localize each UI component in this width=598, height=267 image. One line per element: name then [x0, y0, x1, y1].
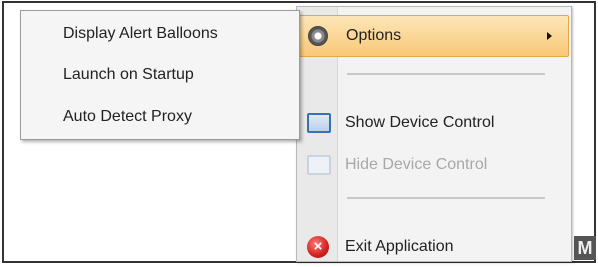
corner-badge: M — [574, 236, 596, 260]
tray-context-menu: Options Show Device Control Hide Device … — [296, 6, 572, 262]
menu-item-exit-application-label: Exit Application — [345, 238, 454, 255]
menu-item-hide-device-control-label: Hide Device Control — [345, 156, 488, 173]
menu-separator — [347, 73, 545, 75]
menu-item-show-device-control-label: Show Device Control — [345, 114, 495, 131]
submenu-item-launch-on-startup[interactable]: Launch on Startup — [63, 66, 194, 84]
device-control-icon — [307, 155, 331, 175]
exit-icon: × — [307, 236, 329, 258]
menu-item-exit-application[interactable]: × Exit Application — [299, 227, 569, 267]
menu-separator — [347, 197, 545, 199]
menu-item-options[interactable]: Options — [299, 15, 569, 57]
menu-item-options-label: Options — [346, 27, 402, 44]
gear-icon — [308, 26, 328, 46]
submenu-item-display-alert-balloons[interactable]: Display Alert Balloons — [63, 25, 218, 43]
submenu-arrow-icon — [547, 32, 552, 40]
menu-item-show-device-control[interactable]: Show Device Control — [299, 103, 569, 143]
device-control-icon — [307, 113, 331, 133]
submenu-item-auto-detect-proxy[interactable]: Auto Detect Proxy — [63, 108, 192, 126]
menu-item-hide-device-control: Hide Device Control — [299, 145, 569, 185]
options-submenu: Display Alert Balloons Launch on Startup… — [20, 10, 300, 140]
